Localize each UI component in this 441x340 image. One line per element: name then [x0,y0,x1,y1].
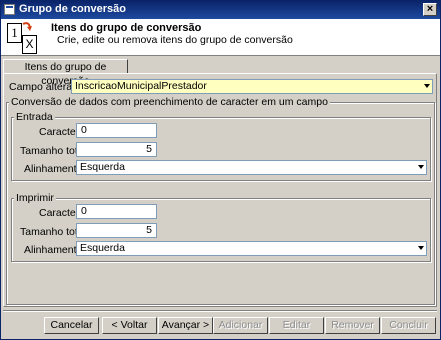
conversion-icon-source: 1 [7,23,22,43]
footer-separator [3,310,437,312]
imprimir-alinhamento-select[interactable]: Esquerda [76,241,427,256]
imprimir-group-title: Imprimir [14,192,56,204]
conversion-icon: 1 X [7,21,39,54]
conversion-group-title: Conversão de dados com preenchimento de … [9,96,330,108]
campo-value: InscricaoMunicipalPrestador [75,80,207,92]
imprimir-alinhamento-value: Esquerda [80,242,125,254]
chevron-down-icon[interactable] [418,246,424,250]
close-button[interactable]: × [423,3,437,16]
chevron-down-icon[interactable] [418,165,424,169]
entrada-alinhamento-value: Esquerda [80,161,125,173]
header-subtitle: Crie, edite ou remova itens do grupo de … [57,34,293,46]
window-icon [4,4,15,15]
entrada-alinhamento-select[interactable]: Esquerda [76,160,427,175]
remover-button[interactable]: Remover [325,317,380,334]
entrada-tamanho-input[interactable]: 5 [76,142,157,157]
header-title: Itens do grupo de conversão [51,22,202,34]
cancelar-button[interactable]: Cancelar [44,317,99,334]
tab-itens[interactable]: Itens do grupo de conversão [3,59,128,87]
voltar-button[interactable]: < Voltar [102,317,157,334]
campo-select[interactable]: InscricaoMunicipalPrestador [71,79,433,94]
entrada-caracter-input[interactable]: 0 [76,123,157,138]
curved-arrow-icon [22,22,32,31]
entrada-group-title: Entrada [14,111,55,123]
window-title: Grupo de conversão [19,3,126,15]
conversion-icon-target: X [22,35,37,54]
imprimir-tamanho-input[interactable]: 5 [76,223,157,238]
adicionar-button[interactable]: Adicionar [213,317,268,334]
imprimir-caracter-input[interactable]: 0 [76,204,157,219]
title-bar[interactable]: Grupo de conversão × [1,1,440,19]
dialog-window: Grupo de conversão × 1 X Itens do grupo … [0,0,441,340]
editar-button[interactable]: Editar [269,317,324,334]
chevron-down-icon[interactable] [424,84,430,88]
avancar-button[interactable]: Avançar > [158,317,213,334]
concluir-button[interactable]: Concluir [381,317,436,334]
wizard-header: 1 X Itens do grupo de conversão Crie, ed… [1,19,440,56]
